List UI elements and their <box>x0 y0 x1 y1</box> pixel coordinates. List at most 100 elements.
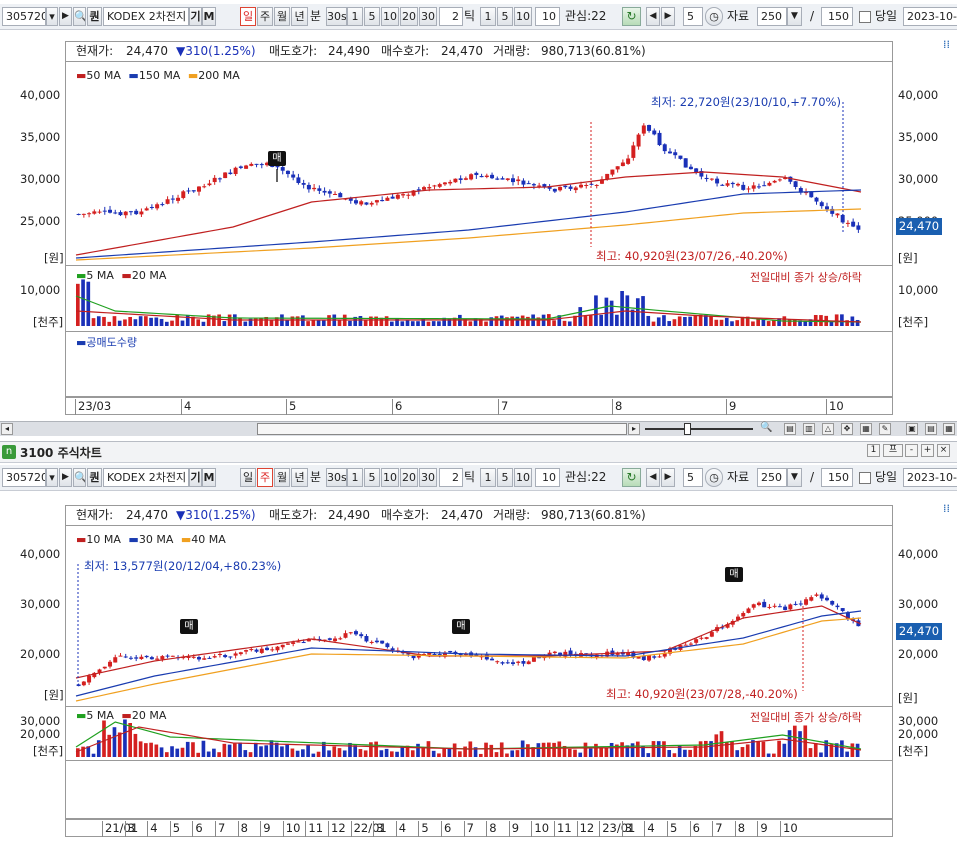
close-button[interactable]: × <box>937 444 950 457</box>
tool-icon-1[interactable]: ▤ <box>784 423 796 435</box>
title-btn-pro[interactable]: 프 <box>883 444 903 457</box>
b-m-button[interactable]: M <box>202 468 216 487</box>
quick-button[interactable]: 퀀 <box>87 7 102 26</box>
b-minute-20-button[interactable]: 20 <box>400 468 418 487</box>
tool-icon-2[interactable]: ▥ <box>803 423 815 435</box>
next-arrow-icon[interactable]: ▶ <box>661 7 675 26</box>
b-next-arrow-icon[interactable]: ▶ <box>661 468 675 487</box>
expand-icon[interactable]: ⁞⁞ <box>943 38 950 51</box>
minimize-button[interactable]: - <box>905 444 918 457</box>
top-vol-bar <box>269 320 274 326</box>
minute-30s-button[interactable]: 30s <box>326 7 347 26</box>
b-quick-button[interactable]: 퀀 <box>87 468 102 487</box>
b-xlabel-25: 5 <box>667 821 677 837</box>
scroll-thumb[interactable] <box>257 423 627 435</box>
bottom-volume-panel: ▬5 MA ▬20 MA 전일대비 종가 상승/하락 <box>65 707 893 761</box>
b-minute-30-button[interactable]: 30 <box>419 468 437 487</box>
b-minute-1-button[interactable]: 1 <box>347 468 363 487</box>
period-month-button[interactable]: 월 <box>274 7 290 26</box>
maximize-button[interactable]: + <box>921 444 934 457</box>
b-total-input[interactable]: 150 <box>821 468 853 487</box>
b-gi-button[interactable]: 기 <box>189 468 202 487</box>
tick-1-button[interactable]: 1 <box>480 7 496 26</box>
b-stock-code-input[interactable]: 305720 <box>2 468 46 487</box>
b-vol-bar <box>819 752 823 757</box>
scroll-left-icon[interactable]: ◂ <box>1 423 13 435</box>
top-ytick-left-3: 25,000 <box>20 214 61 228</box>
tool-icon-7[interactable]: ▣ <box>906 423 918 435</box>
period-day-button[interactable]: 일 <box>240 7 256 26</box>
b-date-input[interactable]: 2023-10- <box>903 468 957 487</box>
b-minute-30s-button[interactable]: 30s <box>326 468 347 487</box>
search-icon[interactable]: 🔍 <box>73 7 86 26</box>
title-btn-1[interactable]: 1 <box>867 444 880 457</box>
b-tick-custom-input[interactable]: 10 <box>535 468 560 487</box>
b-cur-value: 24,470 <box>126 508 168 522</box>
b-tick-5-button[interactable]: 5 <box>497 468 513 487</box>
tick-input[interactable]: 2 <box>439 7 463 26</box>
legend-30ma: 30 MA <box>138 533 174 546</box>
b-jaryo-select[interactable]: 250 <box>757 468 787 487</box>
b-price-candle <box>165 655 170 657</box>
minute-20-button[interactable]: 20 <box>400 7 418 26</box>
b-step-input[interactable]: 5 <box>683 468 703 487</box>
prev-arrow-icon[interactable]: ◀ <box>646 7 660 26</box>
b-expand-icon[interactable]: ⁞⁞ <box>943 502 950 515</box>
b-tick-1-button[interactable]: 1 <box>480 468 496 487</box>
b-tick-input[interactable]: 2 <box>439 468 463 487</box>
top-price-candle <box>81 213 86 215</box>
date-input[interactable]: 2023-10-1 <box>903 7 957 26</box>
b-price-candle <box>531 656 536 662</box>
b-period-day-button[interactable]: 일 <box>240 468 256 487</box>
zoom-search-icon[interactable]: 🔍 <box>760 423 772 435</box>
b-code-dropdown-icon[interactable]: ▾ <box>46 468 58 487</box>
b-search-icon[interactable]: 🔍 <box>73 468 86 487</box>
b-period-week-button[interactable]: 주 <box>257 468 273 487</box>
refresh-icon[interactable]: ↻ <box>622 7 641 26</box>
period-week-button[interactable]: 주 <box>257 7 273 26</box>
clock-icon[interactable]: ◷ <box>705 7 723 26</box>
total-input[interactable]: 150 <box>821 7 853 26</box>
b-refresh-icon[interactable]: ↻ <box>622 468 641 487</box>
minute-5-button[interactable]: 5 <box>364 7 380 26</box>
tool-icon-6[interactable]: ✎ <box>879 423 891 435</box>
minute-1-button[interactable]: 1 <box>347 7 363 26</box>
period-year-button[interactable]: 년 <box>291 7 308 26</box>
gi-button[interactable]: 기 <box>189 7 202 26</box>
step-input[interactable]: 5 <box>683 7 703 26</box>
b-play-icon[interactable]: ▶ <box>59 468 72 487</box>
top-xlabel-5: 8 <box>612 399 622 415</box>
b-tick-10-button[interactable]: 10 <box>514 468 532 487</box>
b-vol-bar <box>206 751 211 757</box>
tick-5-button[interactable]: 5 <box>497 7 513 26</box>
tool-icon-5[interactable]: ▦ <box>860 423 872 435</box>
jaryo-dropdown-icon[interactable]: ▼ <box>787 7 802 26</box>
zoom-slider-handle[interactable] <box>684 423 691 435</box>
play-icon[interactable]: ▶ <box>59 7 72 26</box>
b-minute-10-button[interactable]: 10 <box>381 468 399 487</box>
tool-icon-8[interactable]: ▤ <box>925 423 937 435</box>
b-minute-5-button[interactable]: 5 <box>364 468 380 487</box>
tick-custom-input[interactable]: 10 <box>535 7 560 26</box>
tool-icon-4[interactable]: ✥ <box>841 423 853 435</box>
b-prev-arrow-icon[interactable]: ◀ <box>646 468 660 487</box>
minute-30-button[interactable]: 30 <box>419 7 437 26</box>
scroll-right-icon[interactable]: ▸ <box>628 423 640 435</box>
tool-icon-9[interactable]: ▦ <box>943 423 955 435</box>
b-jaryo-dropdown-icon[interactable]: ▼ <box>787 468 802 487</box>
b-period-month-button[interactable]: 월 <box>274 468 290 487</box>
stock-code-input[interactable]: 305720 <box>2 7 46 26</box>
jaryo-select[interactable]: 250 <box>757 7 787 26</box>
m-button[interactable]: M <box>202 7 216 26</box>
tool-icon-3[interactable]: △ <box>822 423 834 435</box>
top-hscroll[interactable]: ◂ ▸ 🔍 ▤ ▥ △ ✥ ▦ ✎ ▣ ▤ ▦ <box>0 421 957 436</box>
tick-10-button[interactable]: 10 <box>514 7 532 26</box>
top-price-candle <box>505 178 510 180</box>
b-dangil-checkbox[interactable] <box>859 472 871 484</box>
code-dropdown-icon[interactable]: ▾ <box>46 7 58 26</box>
b-vol-bar <box>128 723 132 757</box>
b-period-year-button[interactable]: 년 <box>291 468 308 487</box>
dangil-checkbox[interactable] <box>859 11 871 23</box>
minute-10-button[interactable]: 10 <box>381 7 399 26</box>
b-clock-icon[interactable]: ◷ <box>705 468 723 487</box>
